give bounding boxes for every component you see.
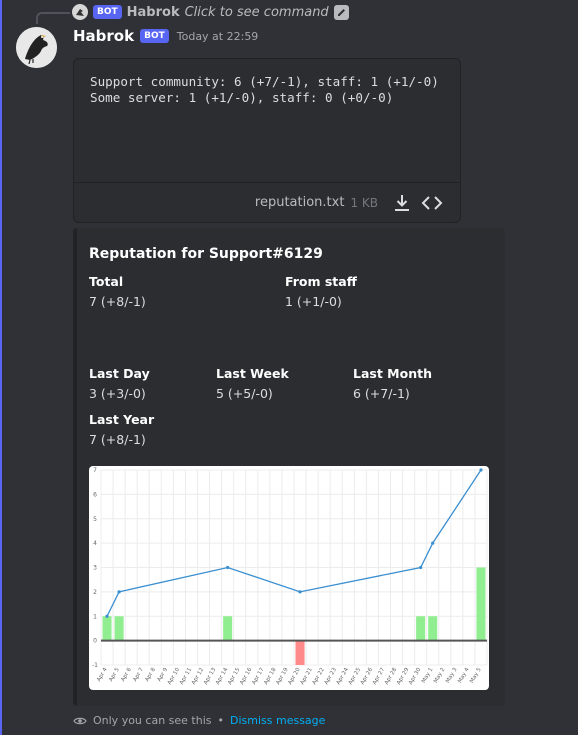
field-value: 3 (+3/-0) <box>89 386 146 401</box>
avatar[interactable] <box>16 27 57 68</box>
line-point <box>479 468 483 472</box>
reply-bot-tag: BOT <box>93 5 122 19</box>
field-name: Last Month <box>353 366 432 381</box>
bar <box>476 567 486 641</box>
ephemeral-notice: Only you can see this • Dismiss message <box>73 714 325 727</box>
file-preview: Support community: 6 (+7/-1), staff: 1 (… <box>74 59 460 184</box>
file-footer: reputation.txt 1 KB <box>74 182 460 222</box>
y-tick-label: 7 <box>93 467 97 474</box>
ephemeral-text: Only you can see this <box>93 714 212 727</box>
bar <box>416 616 426 641</box>
ephemeral-separator: • <box>217 714 225 727</box>
x-tick-label: Apr 4 <box>96 667 109 683</box>
reputation-chart[interactable]: -1 0 1 2 3 4 5 6 7 Apr 4 Apr 5 Apr 6 Apr 7 Apr 8 Apr 9… <box>89 466 489 690</box>
reply-avatar[interactable] <box>72 4 88 20</box>
bar <box>114 616 124 641</box>
field-value: 5 (+5/-0) <box>216 386 273 401</box>
eye-icon <box>73 717 87 724</box>
bar <box>102 616 112 641</box>
y-tick-label: 6 <box>93 491 97 498</box>
bar <box>295 640 305 665</box>
field-value: 7 (+8/-1) <box>89 294 146 309</box>
field-last-day: Last Day 3 (+3/-0) <box>89 365 150 403</box>
reply-connector <box>36 12 70 24</box>
dismiss-message-link[interactable]: Dismiss message <box>230 714 325 727</box>
y-tick-label: 2 <box>93 589 97 596</box>
field-name: Last Week <box>216 366 289 381</box>
field-name: Total <box>89 274 124 289</box>
line-point <box>298 590 302 594</box>
file-line: Some server: 1 (+1/-0), staff: 0 (+0/-0) <box>90 90 394 105</box>
field-last-month: Last Month 6 (+7/-1) <box>353 365 432 403</box>
x-tick-label: Apr 30 <box>408 667 423 686</box>
message-header: Habrok BOT Today at 22:59 <box>73 27 258 45</box>
field-name: From staff <box>285 274 357 289</box>
message-highlight-bar <box>0 0 2 735</box>
file-size: 1 KB <box>350 195 378 210</box>
embed-title: Reputation for Support#6129 <box>89 246 323 262</box>
field-total: Total 7 (+8/-1) <box>89 273 146 311</box>
username[interactable]: Habrok <box>73 27 134 45</box>
y-tick-label: 0 <box>93 638 97 645</box>
reply-reference[interactable]: BOT Habrok Click to see command <box>72 3 349 21</box>
y-tick-label: 1 <box>93 613 97 620</box>
chart-svg: -101234567Apr 4 Apr 5 Apr 6 Apr 7 Apr 8 Apr 9… <box>92 467 488 686</box>
field-name: Last Year <box>89 412 155 427</box>
field-from-staff: From staff 1 (+1/-0) <box>285 273 357 311</box>
x-tick-label: May 5 <box>469 667 483 685</box>
field-name: Last Day <box>89 366 150 381</box>
line-point <box>226 565 230 570</box>
field-value: 7 (+8/-1) <box>89 432 146 447</box>
y-tick-label: 4 <box>93 540 97 547</box>
line-point <box>105 614 109 618</box>
x-tick-label: Apr 6 <box>120 667 133 683</box>
line-point <box>117 590 121 594</box>
x-tick-label: Apr 7 <box>132 667 145 683</box>
reputation-embed: Reputation for Support#6129 Total 7 (+8/… <box>73 228 505 706</box>
y-tick-label: 3 <box>93 565 97 572</box>
code-view-icon[interactable] <box>420 191 444 215</box>
bar <box>223 616 233 641</box>
file-line: Support community: 6 (+7/-1), staff: 1 (… <box>90 74 439 89</box>
bar <box>428 616 438 641</box>
bot-tag: BOT <box>140 29 169 43</box>
x-tick-label: Apr 5 <box>108 667 121 683</box>
download-icon[interactable] <box>390 191 414 215</box>
timestamp[interactable]: Today at 22:59 <box>177 30 259 43</box>
slash-command-icon <box>333 4 349 20</box>
line-point <box>419 565 423 570</box>
file-name[interactable]: reputation.txt <box>255 195 345 210</box>
y-tick-label: -1 <box>92 662 98 669</box>
reply-username[interactable]: Habrok <box>127 5 180 20</box>
y-tick-label: 5 <box>93 516 97 523</box>
field-value: 6 (+7/-1) <box>353 386 410 401</box>
x-tick-label: Apr 8 <box>144 667 157 683</box>
reply-command-link[interactable]: Click to see command <box>185 5 329 20</box>
line-point <box>431 541 435 545</box>
text-file-attachment: Support community: 6 (+7/-1), staff: 1 (… <box>73 58 461 223</box>
field-last-week: Last Week 5 (+5/-0) <box>216 365 289 403</box>
field-last-year: Last Year 7 (+8/-1) <box>89 411 154 449</box>
field-value: 1 (+1/-0) <box>285 294 342 309</box>
